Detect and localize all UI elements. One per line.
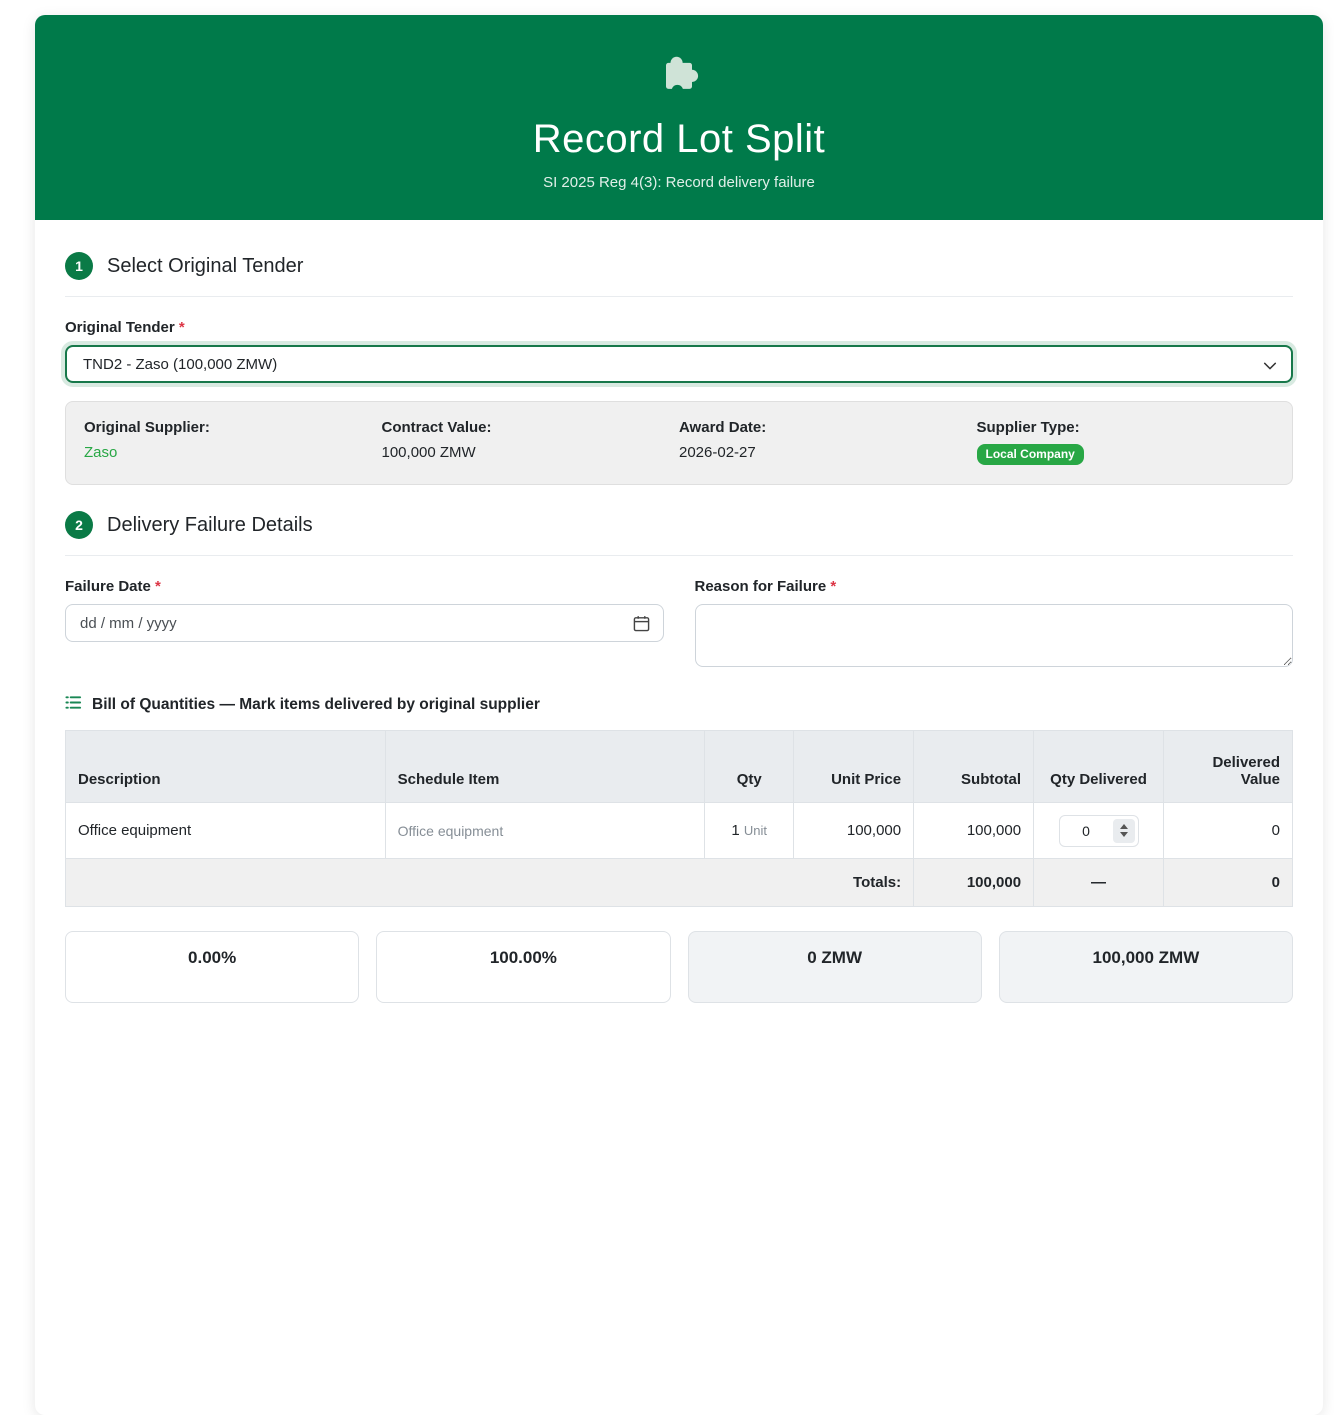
tender-info-box: Original Supplier: Zaso Contract Value: … [65,401,1293,486]
col-qty-delivered: Qty Delivered [1033,730,1164,804]
info-original-supplier: Original Supplier: Zaso [84,419,382,465]
local-company-badge: Local Company [976,444,1084,466]
info-value-award-date: 2026-02-27 [679,444,756,461]
boq-heading: Bill of Quantities — Mark items delivere… [65,694,1293,716]
col-qty: Qty [704,730,795,804]
section-select-original-tender: 1 Select Original Tender [65,252,1293,280]
puzzle-piece-icon [653,45,705,97]
totals-label: Totals: [64,858,915,908]
col-subtotal: Subtotal [913,730,1035,804]
spinner-down-icon[interactable] [1119,832,1128,838]
cell-delivered-value: 0 [1163,802,1293,860]
info-award-date: Award Date: 2026-02-27 [679,419,977,465]
cell-qty-delivered: 0 [1033,802,1164,860]
info-label: Supplier Type: [976,419,1080,436]
section-1-title: Select Original Tender [107,254,304,277]
step-2-badge: 2 [65,511,93,540]
info-label: Original Supplier: [84,419,210,436]
summary-cards: 0.00% 100.00% 0 ZMW 100,000 ZMW [65,931,1293,1004]
boq-table: Description Schedule Item Qty Unit Price… [64,730,1293,908]
boq-heading-text: Bill of Quantities — Mark items delivere… [92,696,540,714]
original-tender-label-text: Original Tender [65,319,175,336]
summary-card-total-amount: 100,000 ZMW [998,931,1293,1004]
boq-header-row: Description Schedule Item Qty Unit Price… [65,730,1293,804]
col-unit-price: Unit Price [793,730,915,804]
qty-unit: Unit [743,823,768,839]
col-schedule-item: Schedule Item [384,730,706,804]
page-subtitle: SI 2025 Reg 4(3): Record delivery failur… [543,174,815,191]
info-label: Award Date: [679,419,767,436]
cell-description: Office equipment [65,802,386,860]
cell-unit-price: 100,000 [793,802,915,860]
summary-card-delivered-amount: 0 ZMW [687,931,982,1004]
calendar-icon[interactable] [633,615,650,636]
cell-qty: 1 Unit [704,802,795,860]
totals-delivered-value: 0 [1163,858,1293,908]
page-title: Record Lot Split [532,117,826,161]
divider [65,555,1293,557]
totals-subtotal: 100,000 [913,858,1035,908]
boq-row: Office equipment Office equipment 1 Unit… [65,802,1293,860]
required-asterisk: * [155,578,161,596]
info-contract-value: Contract Value: 100,000 ZMW [382,419,680,465]
chevron-down-icon [1263,359,1277,377]
spinner-up-icon[interactable] [1119,824,1128,830]
divider [65,296,1293,297]
reason-for-failure-label: Reason for Failure * [695,578,1294,595]
failure-date-label: Failure Date * [65,578,664,595]
page-header: Record Lot Split SI 2025 Reg 4(3): Recor… [35,15,1323,220]
number-spinner[interactable] [1112,818,1135,843]
cell-schedule-item: Office equipment [384,802,706,860]
required-asterisk: * [830,578,837,596]
original-tender-selected-value: TND2 - Zaso (100,000 ZMW) [83,355,278,373]
totals-qty-delivered: — [1033,858,1164,908]
reason-for-failure-textarea[interactable] [694,604,1293,668]
col-description: Description [65,730,386,804]
cell-subtotal: 100,000 [913,802,1035,860]
summary-card-delivered-percent: 0.00% [65,931,360,1004]
step-1-badge: 1 [65,252,93,280]
list-icon [65,694,82,716]
qty-delivered-input[interactable]: 0 [1058,814,1139,847]
info-value-supplier: Zaso [84,444,118,461]
reason-label-text: Reason for Failure [694,578,827,596]
failure-date-input[interactable]: dd / mm / yyyy [65,604,664,643]
info-value-contract: 100,000 ZMW [381,444,476,461]
section-delivery-failure-details: 2 Delivery Failure Details [65,511,1293,540]
col-delivered-value: Delivered Value [1163,730,1293,804]
failure-date-label-text: Failure Date [65,578,151,596]
required-asterisk: * [178,319,185,336]
summary-card-failed-percent: 100.00% [376,931,671,1004]
failure-date-group: Failure Date * dd / mm / yyyy [65,578,664,672]
original-tender-label: Original Tender * [65,319,1293,336]
qty-number: 1 [731,822,740,840]
original-tender-select[interactable]: TND2 - Zaso (100,000 ZMW) [65,345,1293,383]
date-placeholder: dd / mm / yyyy [80,614,177,632]
section-2-title: Delivery Failure Details [107,513,313,536]
record-lot-split-card: Record Lot Split SI 2025 Reg 4(3): Recor… [35,15,1323,1415]
info-supplier-type: Supplier Type: Local Company [976,419,1275,466]
reason-for-failure-group: Reason for Failure * [694,578,1294,672]
info-label: Contract Value: [381,419,492,436]
boq-totals-row: Totals: 100,000 — 0 [64,858,1293,908]
qty-delivered-value: 0 [1082,822,1090,839]
